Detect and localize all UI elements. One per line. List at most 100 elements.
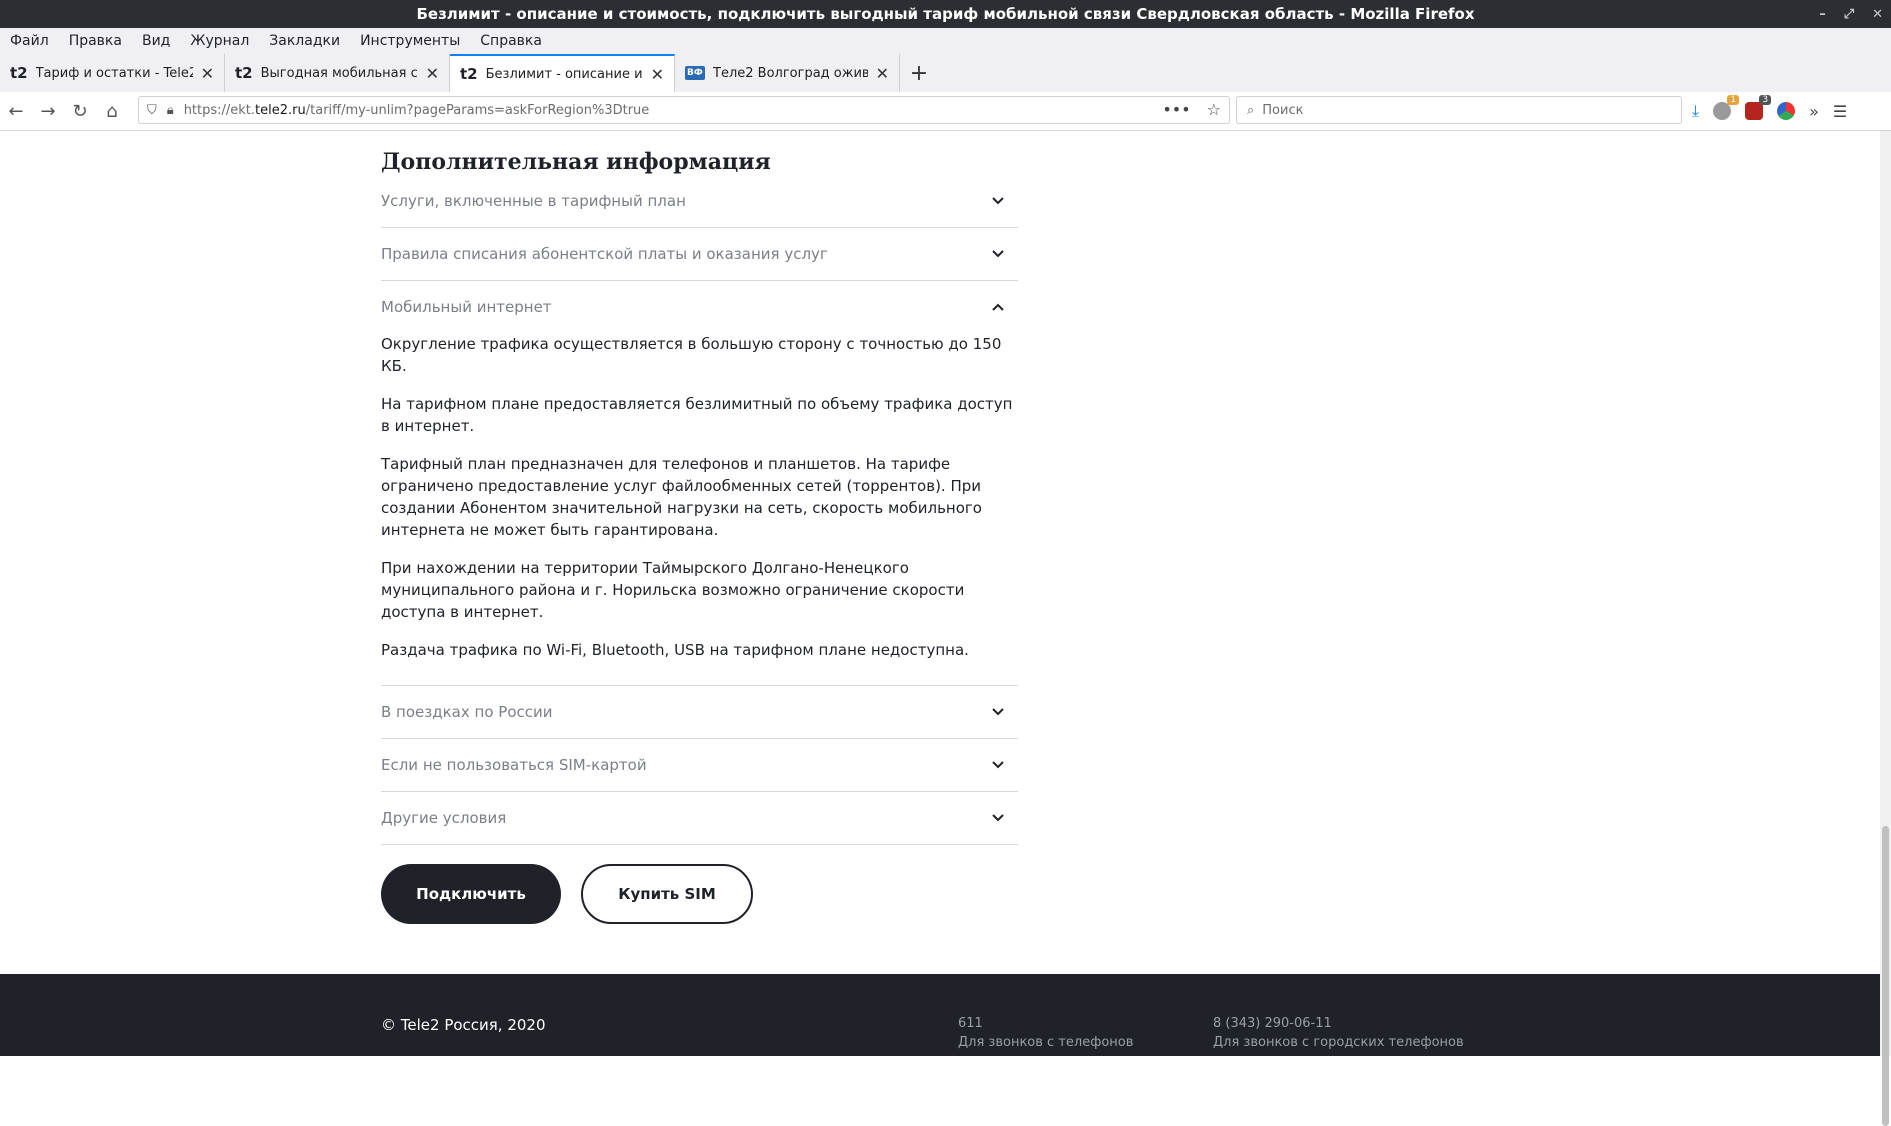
action-buttons: Подключить Купить SIM	[381, 864, 753, 924]
search-input[interactable]: ⌕ Поиск	[1236, 96, 1682, 124]
page-actions-ellipsis-icon[interactable]: •••	[1162, 100, 1190, 119]
scrollbar-thumb[interactable]	[1882, 826, 1889, 1126]
accordion-header[interactable]: Другие условия	[381, 792, 1018, 844]
accordion-item[interactable]: Если не пользоваться SIM-картой	[381, 739, 1018, 792]
buy-sim-button[interactable]: Купить SIM	[581, 864, 753, 924]
menu-tools[interactable]: Инструменты	[350, 33, 470, 49]
info-paragraph: При нахождении на территории Таймырского…	[381, 559, 965, 621]
accordion-body: Округление трафика осуществляется в боль…	[381, 333, 1018, 685]
shield-icon[interactable]: ⛉	[147, 103, 157, 118]
extension-badge: 3	[1759, 95, 1772, 105]
extension-grey-icon[interactable]: 1	[1713, 95, 1740, 120]
accordion-item[interactable]: Правила списания абонентской платы и ока…	[381, 228, 1018, 281]
footer-copyright: © Tele2 Россия, 2020	[381, 1016, 546, 1034]
contact-note: Для звонков с городских телефонов	[1213, 1035, 1464, 1050]
address-bar[interactable]: ⛉ 🔒︎ https://ekt. tele2.ru/tariff/my-unli…	[138, 96, 1230, 124]
maximize-icon[interactable]: ⤢	[1844, 7, 1854, 22]
accordion-header[interactable]: Услуги, включенные в тарифный план	[381, 175, 1018, 227]
accordion-item-expanded[interactable]: Мобильный интернет Округление трафика ос…	[381, 281, 1018, 686]
info-paragraph: На тарифном плане предоставляется безлим…	[381, 395, 1013, 435]
chevron-down-icon	[992, 814, 1004, 822]
tab-unlimited-active[interactable]: t2 Безлимит - описание и ст ✕	[450, 54, 675, 92]
contact-note: Для звонков с телефонов	[958, 1035, 1134, 1050]
url-prefix: https://ekt.	[183, 102, 256, 118]
info-paragraph: Округление трафика осуществляется в боль…	[381, 335, 1002, 375]
tab-volgograd-news[interactable]: ВФ Теле2 Волгоград оживает ✕	[675, 54, 900, 92]
menu-edit[interactable]: Правка	[59, 33, 132, 49]
url-host: tele2.ru	[255, 102, 306, 118]
back-arrow-icon[interactable]: ←	[0, 101, 32, 122]
ublock-shield-icon[interactable]: 3	[1745, 95, 1772, 120]
accordion-label: Мобильный интернет	[381, 298, 552, 316]
tele2-favicon-icon: t2	[460, 65, 478, 83]
download-icon[interactable]: ⤓	[1692, 101, 1699, 121]
close-tab-icon[interactable]: ✕	[876, 64, 889, 83]
additional-info-section: Дополнительная информация Услуги, включе…	[381, 131, 1018, 845]
contact-number[interactable]: 611	[958, 1016, 1133, 1031]
new-tab-plus-icon[interactable]: +	[900, 54, 938, 92]
chevron-up-icon	[992, 303, 1004, 311]
accordion-label: Другие условия	[381, 809, 507, 827]
tab-strip: t2 Тариф и остатки - Tele2 Во ✕ t2 Выгод…	[0, 54, 1891, 92]
contact-number[interactable]: 8 (343) 290-06-11	[1213, 1016, 1464, 1031]
close-tab-icon[interactable]: ✕	[426, 64, 439, 83]
accordion-label: Услуги, включенные в тарифный план	[381, 192, 686, 210]
hamburger-menu-icon[interactable]: ☰	[1833, 102, 1847, 121]
tele2-favicon-icon: t2	[10, 64, 28, 82]
menu-help[interactable]: Справка	[470, 33, 552, 49]
accordion-label: Если не пользоваться SIM-картой	[381, 756, 647, 774]
menu-file[interactable]: Файл	[0, 33, 59, 49]
url-actions: ••• ☆	[1162, 100, 1221, 119]
accordion-header[interactable]: Если не пользоваться SIM-картой	[381, 739, 1018, 791]
accordion-header[interactable]: В поездках по России	[381, 686, 1018, 738]
vf-favicon-icon: ВФ	[685, 66, 705, 80]
bookmark-star-icon[interactable]: ☆	[1207, 100, 1221, 119]
accordion-item[interactable]: Услуги, включенные в тарифный план	[381, 175, 1018, 228]
tab-label: Выгодная мобильная свя	[260, 65, 418, 81]
accordion-header[interactable]: Правила списания абонентской платы и ока…	[381, 228, 1018, 280]
tab-label: Тариф и остатки - Tele2 Во	[35, 65, 193, 81]
footer-contact-short: 611 Для звонков с телефонов	[958, 1016, 1133, 1050]
connect-button[interactable]: Подключить	[381, 864, 561, 924]
section-title: Дополнительная информация	[381, 149, 771, 175]
menu-bookmarks[interactable]: Закладки	[259, 33, 350, 49]
extension-color-icon[interactable]	[1777, 102, 1796, 120]
tab-label: Теле2 Волгоград оживает	[713, 65, 868, 81]
accordion-header[interactable]: Мобильный интернет	[381, 281, 1018, 333]
chevron-down-icon	[992, 250, 1004, 258]
close-tab-icon[interactable]: ✕	[201, 64, 214, 83]
close-window-icon[interactable]: ✕	[1872, 7, 1883, 22]
page-viewport: Дополнительная информация Услуги, включе…	[0, 131, 1880, 1056]
chevron-down-icon	[992, 761, 1004, 769]
lock-icon[interactable]: 🔒︎	[167, 103, 174, 118]
tab-mobile-offer[interactable]: t2 Выгодная мобильная свя ✕	[225, 54, 450, 92]
accordion-item[interactable]: Другие условия	[381, 792, 1018, 845]
page-scrollbar[interactable]	[1880, 131, 1891, 1126]
overflow-chevron-icon[interactable]: »	[1809, 102, 1819, 121]
minimize-icon[interactable]: –	[1819, 7, 1826, 22]
chevron-down-icon	[992, 708, 1004, 716]
menu-bar: Файл Правка Вид Журнал Закладки Инструме…	[0, 28, 1891, 54]
tele2-favicon-icon: t2	[235, 64, 253, 82]
accordion-label: Правила списания абонентской платы и ока…	[381, 245, 828, 263]
menu-view[interactable]: Вид	[132, 33, 180, 49]
forward-arrow-icon[interactable]: →	[32, 101, 64, 122]
extension-badge: 1	[1727, 95, 1740, 105]
accordion-item[interactable]: В поездках по России	[381, 686, 1018, 739]
search-icon: ⌕	[1247, 102, 1255, 118]
tab-label: Безлимит - описание и ст	[485, 66, 643, 82]
navigation-toolbar: ← → ↻ ⌂ ⛉ 🔒︎ https://ekt. tele2.ru/tariff…	[0, 92, 1891, 131]
menu-history[interactable]: Журнал	[180, 33, 259, 49]
info-paragraph: Тарифный план предназначен для телефонов…	[381, 455, 982, 539]
chevron-down-icon	[992, 197, 1004, 205]
reload-icon[interactable]: ↻	[64, 101, 96, 122]
accordion-label: В поездках по России	[381, 703, 553, 721]
url-path: /tariff/my-unlim?pageParams=askForRegion…	[305, 102, 650, 118]
home-icon[interactable]: ⌂	[96, 101, 128, 122]
info-paragraph: Раздача трафика по Wi-Fi, Bluetooth, USB…	[381, 641, 969, 659]
close-tab-icon[interactable]: ✕	[651, 65, 664, 84]
toolbar-extensions: ⤓ 1 3 » ☰	[1692, 92, 1847, 130]
window-controls: – ⤢ ✕	[1819, 0, 1883, 28]
tab-tariff-balance[interactable]: t2 Тариф и остатки - Tele2 Во ✕	[0, 54, 225, 92]
window-titlebar: Безлимит - описание и стоимость, подключ…	[0, 0, 1891, 28]
